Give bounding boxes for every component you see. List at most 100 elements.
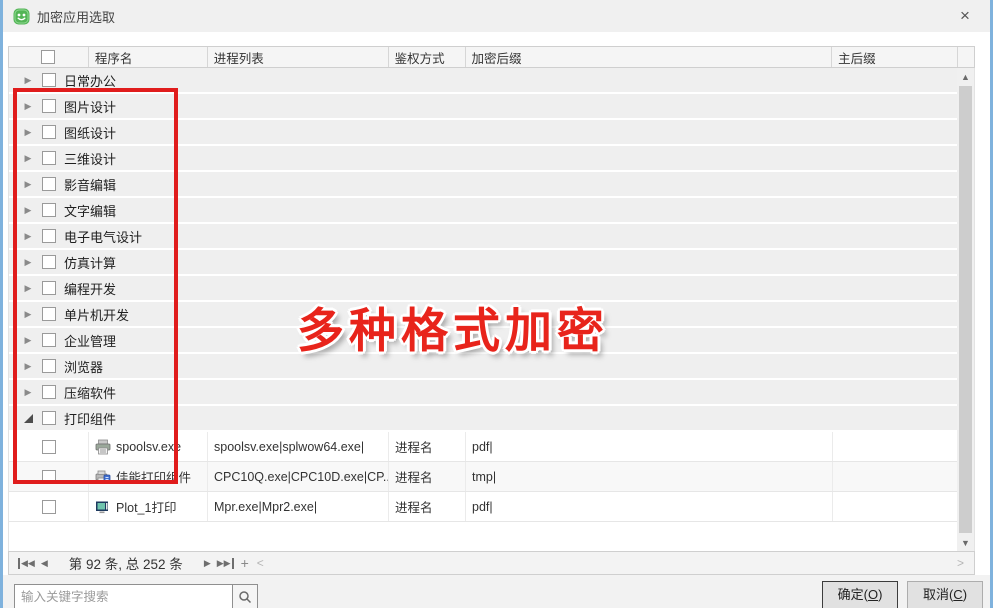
column-header-processes[interactable]: 进程列表 xyxy=(208,47,389,67)
group-label: 浏览器 xyxy=(64,357,103,376)
group-label: 打印组件 xyxy=(64,409,116,428)
expand-arrow-icon[interactable]: ▶ xyxy=(25,206,32,215)
expand-arrow-icon[interactable]: ▶ xyxy=(25,388,32,397)
cancel-button[interactable]: 取消(C) xyxy=(907,581,983,608)
table-row[interactable]: 佳能打印组件 CPC10Q.exe|CPC10D.exe|CP... 进程名 t… xyxy=(9,462,959,492)
tree-group-enterprise-mgmt[interactable]: ▶ 企业管理 xyxy=(9,328,959,354)
tree-group-simulation[interactable]: ▶ 仿真计算 xyxy=(9,250,959,276)
group-checkbox[interactable] xyxy=(42,281,56,295)
expand-arrow-icon[interactable]: ▶ xyxy=(25,284,32,293)
table-row[interactable]: spoolsv.exe spoolsv.exe|splwow64.exe| 进程… xyxy=(9,432,959,462)
tree-group-daily-office[interactable]: ▶ 日常办公 xyxy=(9,68,959,94)
tree-group-text-editing[interactable]: ▶ 文字编辑 xyxy=(9,198,959,224)
row-checkbox[interactable] xyxy=(42,500,56,514)
tree-group-compression[interactable]: ▶ 压缩软件 xyxy=(9,380,959,406)
group-checkbox[interactable] xyxy=(42,255,56,269)
tree-group-drawing-design[interactable]: ▶ 图纸设计 xyxy=(9,120,959,146)
expand-arrow-icon[interactable]: ▶ xyxy=(25,258,32,267)
column-header-main-suffix[interactable]: 主后缀 xyxy=(832,47,958,67)
rows-area: ▶ 日常办公 ▶ 图片设计 ▶ 图纸设计 ▶ 三维设计 xyxy=(9,68,959,522)
last-page-icon[interactable]: ▶▶ xyxy=(217,558,234,569)
group-checkbox[interactable] xyxy=(42,385,56,399)
expand-arrow-icon[interactable]: ▶ xyxy=(25,310,32,319)
expand-arrow-icon[interactable]: ▶ xyxy=(25,154,32,163)
group-checkbox[interactable] xyxy=(42,229,56,243)
scroll-up-icon[interactable]: ▲ xyxy=(957,68,974,85)
auth-method: 进程名 xyxy=(389,462,466,491)
row-checkbox[interactable] xyxy=(42,440,56,454)
group-label: 图纸设计 xyxy=(64,123,116,142)
collapse-left-icon[interactable]: < xyxy=(257,556,264,570)
group-label: 编程开发 xyxy=(64,279,116,298)
main-suffix xyxy=(833,492,959,521)
close-icon[interactable]: × xyxy=(950,3,980,29)
process-list: Mpr.exe|Mpr2.exe| xyxy=(208,492,389,521)
group-checkbox[interactable] xyxy=(42,73,56,87)
expand-arrow-icon[interactable]: ▶ xyxy=(25,76,32,85)
search-input[interactable] xyxy=(14,584,232,608)
auth-method: 进程名 xyxy=(389,432,466,461)
group-checkbox[interactable] xyxy=(42,411,56,425)
header-scrollbar-gap xyxy=(958,47,974,67)
group-checkbox[interactable] xyxy=(42,333,56,347)
expand-arrow-icon[interactable]: ▶ xyxy=(25,362,32,371)
scrollbar-thumb[interactable] xyxy=(959,86,972,533)
group-checkbox[interactable] xyxy=(42,151,56,165)
window-title: 加密应用选取 xyxy=(37,7,115,26)
expand-arrow-icon[interactable]: ▶ xyxy=(25,180,32,189)
group-checkbox[interactable] xyxy=(42,359,56,373)
vertical-scrollbar[interactable]: ▲ ▼ xyxy=(957,68,974,551)
column-header-auth[interactable]: 鉴权方式 xyxy=(389,47,466,67)
tree-group-av-editing[interactable]: ▶ 影音编辑 xyxy=(9,172,959,198)
expand-arrow-icon[interactable]: ▶ xyxy=(25,102,32,111)
row-checkbox[interactable] xyxy=(42,470,56,484)
expand-arrow-icon[interactable]: ▶ xyxy=(25,336,32,345)
tree-group-ee-design[interactable]: ▶ 电子电气设计 xyxy=(9,224,959,250)
scroll-down-icon[interactable]: ▼ xyxy=(957,534,974,551)
column-header-suffix[interactable]: 加密后缀 xyxy=(466,47,833,67)
application-grid: 程序名 进程列表 鉴权方式 加密后缀 主后缀 ▶ 日常办公 ▶ 图片设计 xyxy=(8,46,975,575)
group-label: 日常办公 xyxy=(64,71,116,90)
process-list: CPC10Q.exe|CPC10D.exe|CP... xyxy=(208,462,389,491)
group-label: 压缩软件 xyxy=(64,383,116,402)
encrypt-suffix: tmp| xyxy=(466,462,833,491)
footer-bar: 确定(O) 取消(C) xyxy=(3,575,990,608)
pager-status: 第 92 条, 总 252 条 xyxy=(69,553,183,573)
collapse-arrow-icon[interactable] xyxy=(24,414,33,423)
group-checkbox[interactable] xyxy=(42,177,56,191)
prev-page-icon[interactable]: ◀ xyxy=(41,558,48,569)
group-checkbox[interactable] xyxy=(42,307,56,321)
grid-body: ▶ 日常办公 ▶ 图片设计 ▶ 图纸设计 ▶ 三维设计 xyxy=(8,68,975,551)
tree-group-image-design[interactable]: ▶ 图片设计 xyxy=(9,94,959,120)
table-row[interactable]: Plot_1打印 Mpr.exe|Mpr2.exe| 进程名 pdf| xyxy=(9,492,959,522)
ok-button[interactable]: 确定(O) xyxy=(822,581,898,608)
left-window-edge xyxy=(0,0,3,608)
tree-group-3d-design[interactable]: ▶ 三维设计 xyxy=(9,146,959,172)
pagination-bar: ◀◀ ◀ 第 92 条, 总 252 条 ▶ ▶▶ + < > xyxy=(8,551,975,575)
expand-arrow-icon[interactable]: ▶ xyxy=(25,128,32,137)
expand-arrow-icon[interactable]: ▶ xyxy=(25,232,32,241)
program-name: Plot_1打印 xyxy=(116,497,176,516)
select-all-checkbox[interactable] xyxy=(41,50,55,64)
group-label: 企业管理 xyxy=(64,331,116,350)
group-checkbox[interactable] xyxy=(42,99,56,113)
search-button[interactable] xyxy=(232,584,258,608)
add-row-icon[interactable]: + xyxy=(241,555,249,571)
expand-right-icon[interactable]: > xyxy=(957,556,964,570)
group-label: 单片机开发 xyxy=(64,305,129,324)
group-label: 电子电气设计 xyxy=(64,227,142,246)
column-header-name[interactable]: 程序名 xyxy=(89,47,208,67)
tree-group-print-components[interactable]: 打印组件 xyxy=(9,406,959,432)
group-label: 仿真计算 xyxy=(64,253,116,272)
group-checkbox[interactable] xyxy=(42,203,56,217)
printer-icon xyxy=(95,439,111,455)
first-page-icon[interactable]: ◀◀ xyxy=(18,558,35,569)
tree-group-mcu-dev[interactable]: ▶ 单片机开发 xyxy=(9,302,959,328)
group-checkbox[interactable] xyxy=(42,125,56,139)
encrypt-suffix: pdf| xyxy=(466,492,833,521)
program-name: 佳能打印组件 xyxy=(116,467,191,486)
tree-group-browser[interactable]: ▶ 浏览器 xyxy=(9,354,959,380)
main-suffix xyxy=(833,432,959,461)
next-page-icon[interactable]: ▶ xyxy=(204,558,211,569)
tree-group-programming[interactable]: ▶ 编程开发 xyxy=(9,276,959,302)
